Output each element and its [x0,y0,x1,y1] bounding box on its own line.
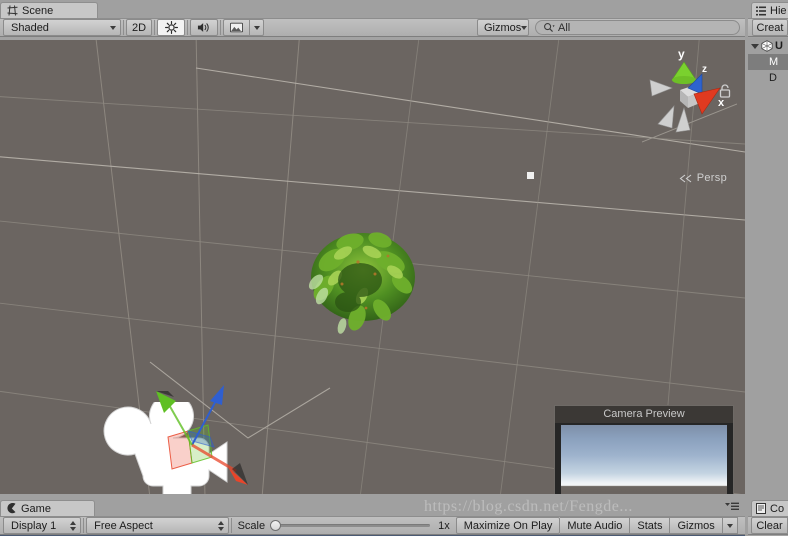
toolbar-separator [83,518,85,533]
chevron-down-icon [726,523,733,528]
hierarchy-panel: Hie Creat U M D [748,0,788,498]
hierarchy-create-button[interactable]: Creat [752,19,788,36]
game-pad-icon [7,503,16,514]
options-menu-icon[interactable] [725,502,739,512]
scene-search-value: All [558,21,571,34]
scene-search-field[interactable]: All [535,20,740,35]
unity-editor-window: Scene Shaded 2D Gizmos All y z x Persp C… [0,0,788,536]
hierarchy-icon [756,6,766,15]
game-display-label: Display 1 [11,519,57,532]
hierarchy-row-scene-label: U [775,40,783,52]
game-display-dropdown[interactable]: Display 1 [3,517,82,534]
console-clear-button[interactable]: Clear [751,517,788,534]
hierarchy-create-label: Creat [756,21,784,34]
game-scale-value: 1x [438,519,450,532]
image-fx-icon [230,22,243,33]
hierarchy-row-directional-light[interactable]: D [748,70,788,86]
scene-2d-toggle[interactable]: 2D [126,19,152,36]
game-mute-audio-toggle[interactable]: Mute Audio [560,517,631,534]
scene-viewport[interactable]: y z x Persp Camera Preview [0,40,745,498]
scene-orientation-gizmo[interactable]: y z x [642,42,737,157]
game-stats-toggle[interactable]: Stats [630,517,671,534]
directional-light-handle[interactable] [527,172,534,179]
scene-toolbar: Shaded 2D Gizmos All [0,18,745,37]
tab-hierarchy-label: Hie [770,4,787,17]
scene-draw-mode-dropdown[interactable]: Shaded [3,19,121,36]
up-down-arrows-icon [70,520,77,531]
hierarchy-toolbar: Creat [748,18,788,37]
search-icon [544,23,555,32]
scene-gizmos-label: Gizmos [484,21,522,34]
console-toolbar: Clear [748,516,788,535]
toolbar-separator [220,20,221,35]
console-panel: Co Clear [748,498,788,536]
scene-grid-icon [7,5,18,16]
tab-console-label: Co [770,502,785,515]
chevron-down-icon [110,25,116,30]
sun-icon [164,21,178,34]
game-scale-slider[interactable] [270,520,431,531]
camera-preview-image [561,425,727,498]
gizmo-y-label: y [678,47,685,61]
game-gizmos-label: Gizmos [677,519,715,532]
tab-scene-label: Scene [22,4,54,17]
scene-projection-label[interactable]: Persp [679,172,727,184]
camera-preview-panel: Camera Preview [554,405,734,498]
scene-fx-toggle[interactable] [223,19,249,36]
tab-console[interactable]: Co [751,500,788,516]
scene-lighting-toggle[interactable] [157,19,185,36]
game-aspect-dropdown[interactable]: Free Aspect [86,517,229,534]
scene-audio-toggle[interactable] [190,19,218,36]
toolbar-separator [230,518,232,533]
hierarchy-row-directional-light-label: D [769,72,777,84]
scene-draw-mode-label: Shaded [11,21,49,34]
chevron-down-icon [253,25,260,30]
gizmo-x-label: x [718,97,725,109]
game-maximize-on-play-label: Maximize On Play [463,519,553,532]
toolbar-separator [154,20,155,35]
game-maximize-on-play-toggle[interactable]: Maximize On Play [455,517,561,534]
unity-scene-icon [761,40,773,52]
hierarchy-row-main-camera[interactable]: M [748,54,788,70]
bush-object[interactable] [302,222,424,342]
toolbar-separator [123,20,124,35]
game-stats-label: Stats [637,519,663,532]
game-aspect-label: Free Aspect [94,519,153,532]
console-tabstrip: Co [748,498,788,516]
game-toolbar: Display 1 Free Aspect Scale 1x Maximize … [0,516,745,535]
hierarchy-tabstrip: Hie [748,0,788,18]
scene-fx-dropdown[interactable] [249,19,264,36]
toolbar-separator [187,20,188,35]
chevron-down-icon[interactable] [751,43,759,49]
chevron-down-icon [521,25,528,30]
game-scale-label: Scale [237,519,266,532]
game-tabstrip: Game [0,498,745,516]
game-gizmos-toggle[interactable]: Gizmos [670,517,723,534]
scene-tabstrip: Scene [0,0,745,18]
hierarchy-tree[interactable]: U M D [748,38,788,498]
game-panel: Game Display 1 Free Aspect Scale 1x Maxi… [0,498,745,536]
gizmo-z-label: z [702,64,707,75]
console-clear-label: Clear [756,519,783,532]
game-mute-audio-label: Mute Audio [567,519,623,532]
tab-game[interactable]: Game [0,500,95,516]
up-down-arrows-icon [217,520,224,531]
scene-2d-label: 2D [131,21,147,34]
tab-scene[interactable]: Scene [0,2,98,18]
double-chevron-left-icon [679,174,692,182]
console-icon [756,503,766,514]
move-tool-gizmo[interactable] [140,375,255,498]
camera-preview-title: Camera Preview [555,406,733,423]
padlock-icon[interactable] [719,84,731,98]
hierarchy-row-main-camera-label: M [769,56,779,68]
hierarchy-row-scene[interactable]: U [748,38,788,54]
speaker-icon [197,23,209,32]
tab-game-label: Game [21,502,51,515]
game-scale-slider-knob[interactable] [270,520,282,531]
tab-hierarchy[interactable]: Hie [751,2,788,18]
game-gizmos-dropdown[interactable] [722,517,738,534]
scene-gizmos-dropdown[interactable]: Gizmos [477,19,529,36]
scene-projection-text: Persp [696,172,727,184]
